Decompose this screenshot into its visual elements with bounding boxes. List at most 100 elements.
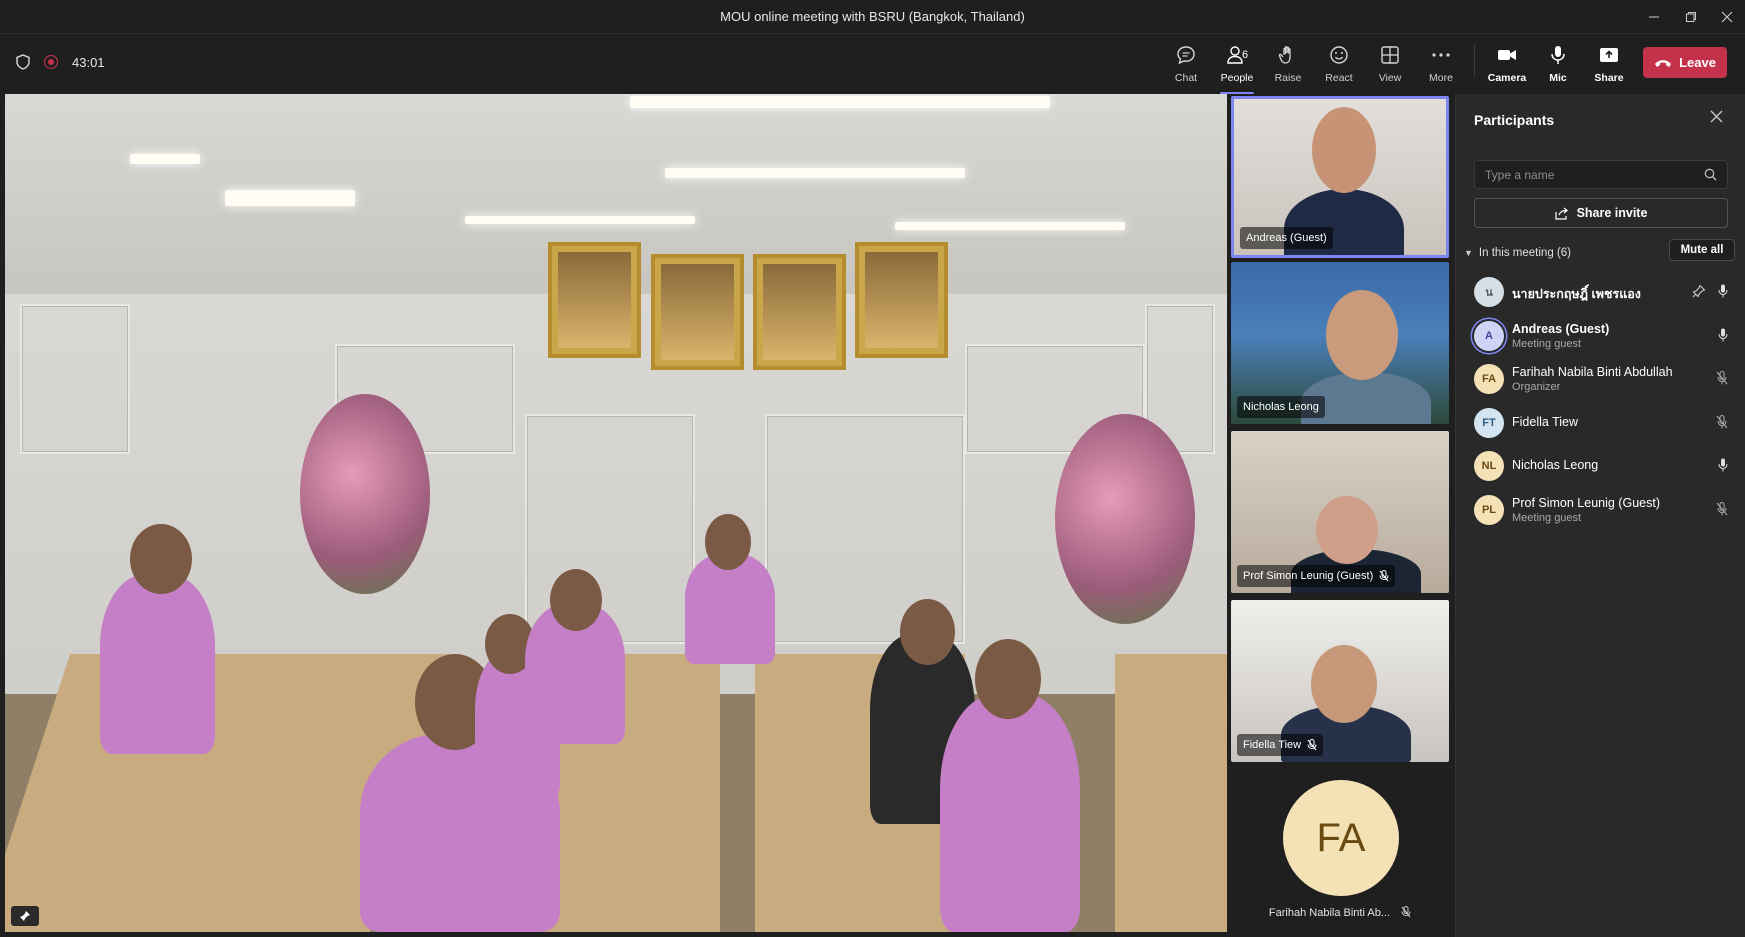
microphone-icon[interactable] bbox=[1718, 328, 1728, 342]
people-count: 6 bbox=[1242, 49, 1249, 61]
ceiling-light bbox=[465, 216, 695, 224]
mic-off-icon[interactable] bbox=[1716, 414, 1728, 429]
share-screen-icon bbox=[1600, 48, 1618, 62]
mic-button[interactable]: Mic bbox=[1533, 42, 1583, 88]
minimize-icon bbox=[1649, 16, 1659, 18]
mute-all-button[interactable]: Mute all bbox=[1669, 239, 1735, 261]
participant-face bbox=[1326, 290, 1398, 380]
more-button[interactable]: More bbox=[1416, 42, 1466, 88]
raise-label: Raise bbox=[1274, 72, 1302, 84]
participant-role: Meeting guest bbox=[1512, 337, 1582, 350]
people-label: People bbox=[1220, 72, 1254, 84]
close-window-button[interactable] bbox=[1712, 4, 1742, 30]
portrait-frame bbox=[855, 242, 948, 358]
attendee-head bbox=[900, 599, 955, 665]
attendee-head bbox=[550, 569, 602, 631]
react-button[interactable]: React bbox=[1314, 42, 1364, 88]
search-input[interactable] bbox=[1485, 167, 1685, 183]
participant-search[interactable] bbox=[1474, 160, 1728, 189]
leave-button[interactable]: Leave bbox=[1643, 47, 1727, 78]
video-tile-andreas[interactable]: Andreas (Guest) bbox=[1231, 96, 1449, 258]
participant-row[interactable]: FA Farihah Nabila Binti Abdullah Organiz… bbox=[1456, 357, 1745, 401]
camera-button[interactable]: Camera bbox=[1482, 42, 1532, 88]
share-label: Share bbox=[1594, 72, 1624, 84]
video-tile-nicholas[interactable]: Nicholas Leong bbox=[1231, 262, 1449, 424]
participant-row[interactable]: A Andreas (Guest) Meeting guest bbox=[1456, 314, 1745, 358]
people-button[interactable]: 6 People bbox=[1212, 42, 1262, 94]
participant-row[interactable]: PL Prof Simon Leunig (Guest) Meeting gue… bbox=[1456, 488, 1745, 532]
attendee-head bbox=[130, 524, 192, 594]
chat-button[interactable]: Chat bbox=[1161, 42, 1211, 88]
portrait-frame bbox=[651, 254, 744, 370]
raise-hand-button[interactable]: Raise bbox=[1263, 42, 1313, 88]
avatar: A bbox=[1474, 320, 1504, 351]
participant-name: Farihah Nabila Binti Abdullah bbox=[1512, 365, 1673, 379]
participant-row[interactable]: FT Fidella Tiew bbox=[1456, 401, 1745, 445]
flower-arrangement bbox=[1055, 414, 1195, 624]
share-invite-button[interactable]: Share invite bbox=[1474, 198, 1728, 228]
portrait-frame bbox=[548, 242, 641, 358]
microphone-icon[interactable] bbox=[1718, 458, 1728, 472]
shield-icon[interactable] bbox=[16, 54, 30, 70]
participant-name: Fidella Tiew bbox=[1512, 414, 1578, 429]
title-bar: MOU online meeting with BSRU (Bangkok, T… bbox=[0, 0, 1745, 34]
share-invite-label: Share invite bbox=[1576, 206, 1648, 220]
ceiling-light bbox=[130, 154, 200, 164]
avatar: FA bbox=[1474, 364, 1504, 394]
toolbar-divider bbox=[1474, 44, 1475, 78]
ceiling-light bbox=[630, 96, 1050, 108]
view-button[interactable]: View bbox=[1365, 42, 1415, 88]
avatar: PL bbox=[1474, 494, 1504, 525]
pin-video-button[interactable] bbox=[11, 906, 39, 926]
main-video-stage[interactable] bbox=[5, 94, 1227, 932]
restore-icon bbox=[1686, 12, 1696, 22]
participant-list: น นายประกฤษฎิ์ เพชรแอง A Andreas (Guest)… bbox=[1456, 270, 1745, 531]
microphone-icon[interactable] bbox=[1718, 284, 1728, 298]
mic-off-icon bbox=[1379, 570, 1389, 582]
pin-icon[interactable] bbox=[1692, 284, 1706, 298]
ceiling-light bbox=[665, 168, 965, 178]
video-tile-simon[interactable]: Prof Simon Leunig (Guest) bbox=[1231, 431, 1449, 593]
tile-name-tag: Nicholas Leong bbox=[1237, 396, 1325, 418]
share-icon bbox=[1554, 207, 1568, 220]
tile-name-tag: Fidella Tiew bbox=[1237, 734, 1324, 756]
participant-name: นายประกฤษฎิ์ เพชรแอง bbox=[1512, 287, 1641, 301]
section-label: In this meeting (6) bbox=[1478, 247, 1571, 259]
share-button[interactable]: Share bbox=[1584, 42, 1634, 88]
meeting-timer: 43:01 bbox=[72, 54, 105, 70]
avatar: FA bbox=[1283, 780, 1399, 896]
avatar-tile-farihah[interactable]: FA Farihah Nabila Binti Ab... bbox=[1231, 764, 1449, 932]
flower-arrangement bbox=[300, 394, 430, 594]
mic-off-icon[interactable] bbox=[1716, 501, 1728, 516]
mic-label: Mic bbox=[1549, 72, 1567, 84]
participants-panel: Participants Share invite ▼ In this meet… bbox=[1455, 94, 1745, 937]
tile-name: Prof Simon Leunig (Guest) bbox=[1243, 570, 1374, 582]
close-panel-button[interactable] bbox=[1710, 110, 1723, 128]
tile-name-tag: Andreas (Guest) bbox=[1240, 227, 1333, 249]
grid-view-icon bbox=[1381, 46, 1399, 64]
participant-row[interactable]: น นายประกฤษฎิ์ เพชรแอง bbox=[1456, 270, 1745, 314]
mic-off-icon[interactable] bbox=[1716, 371, 1728, 385]
participant-face bbox=[1316, 496, 1378, 564]
close-icon bbox=[1721, 11, 1733, 23]
tile-name: Nicholas Leong bbox=[1243, 401, 1319, 413]
participant-name: Andreas (Guest) bbox=[1512, 321, 1610, 336]
minimize-button[interactable] bbox=[1639, 4, 1669, 30]
pin-icon bbox=[20, 911, 30, 921]
hand-icon bbox=[1278, 46, 1291, 64]
meeting-attendee bbox=[940, 694, 1080, 932]
phone-hangup-icon bbox=[1655, 59, 1672, 67]
camera-label: Camera bbox=[1487, 72, 1527, 84]
conference-table bbox=[1115, 654, 1227, 932]
video-tile-fidella[interactable]: Fidella Tiew bbox=[1231, 600, 1449, 762]
smiley-icon bbox=[1330, 46, 1348, 64]
view-label: View bbox=[1378, 72, 1402, 84]
mic-off-icon bbox=[1401, 906, 1411, 918]
participant-row[interactable]: NL Nicholas Leong bbox=[1456, 444, 1745, 488]
chevron-down-icon: ▼ bbox=[1464, 248, 1473, 258]
close-icon bbox=[1710, 110, 1723, 123]
tile-name: Farihah Nabila Binti Ab... bbox=[1231, 906, 1449, 919]
participant-name: Nicholas Leong bbox=[1512, 458, 1599, 472]
chat-icon bbox=[1177, 46, 1195, 65]
restore-button[interactable] bbox=[1676, 4, 1706, 30]
